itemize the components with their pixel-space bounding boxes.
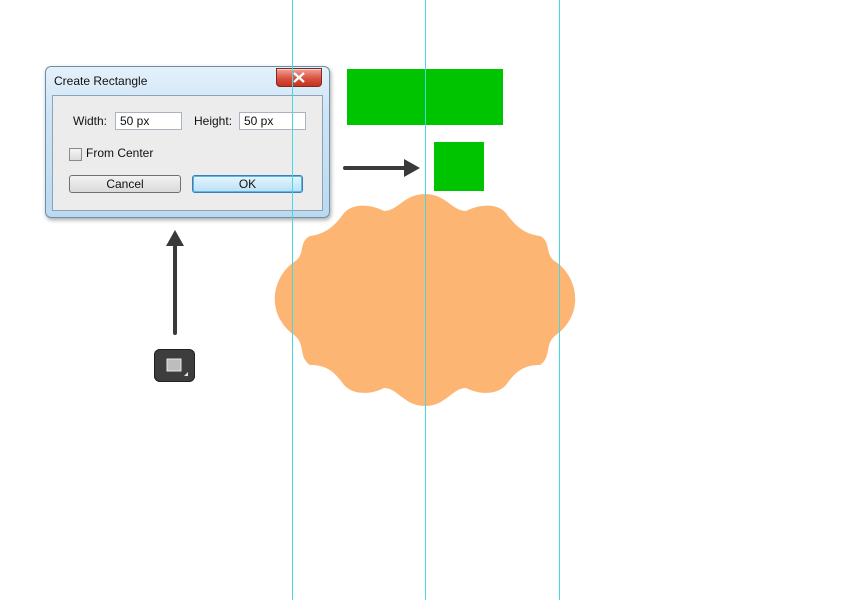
width-input[interactable] bbox=[115, 112, 182, 130]
arrow-up-icon bbox=[166, 230, 184, 335]
guide-line-right[interactable] bbox=[559, 0, 560, 600]
ok-button[interactable]: OK bbox=[192, 175, 303, 193]
close-x-icon bbox=[293, 72, 305, 83]
dialog-title: Create Rectangle bbox=[54, 74, 148, 88]
width-label: Width: bbox=[73, 114, 108, 128]
dialog-body: Width: Height: From Center Cancel OK bbox=[52, 95, 323, 211]
close-button[interactable] bbox=[276, 68, 322, 87]
guide-line-center[interactable] bbox=[425, 0, 426, 600]
height-label: Height: bbox=[194, 114, 233, 128]
from-center-checkbox[interactable] bbox=[69, 148, 82, 161]
arrow-right-icon bbox=[343, 159, 420, 177]
create-rectangle-dialog: Create Rectangle Width: Height: From Cen… bbox=[45, 66, 330, 218]
cancel-button[interactable]: Cancel bbox=[69, 175, 181, 193]
from-center-label: From Center bbox=[86, 146, 154, 160]
height-input[interactable] bbox=[239, 112, 306, 130]
guide-line-left[interactable] bbox=[292, 0, 293, 600]
